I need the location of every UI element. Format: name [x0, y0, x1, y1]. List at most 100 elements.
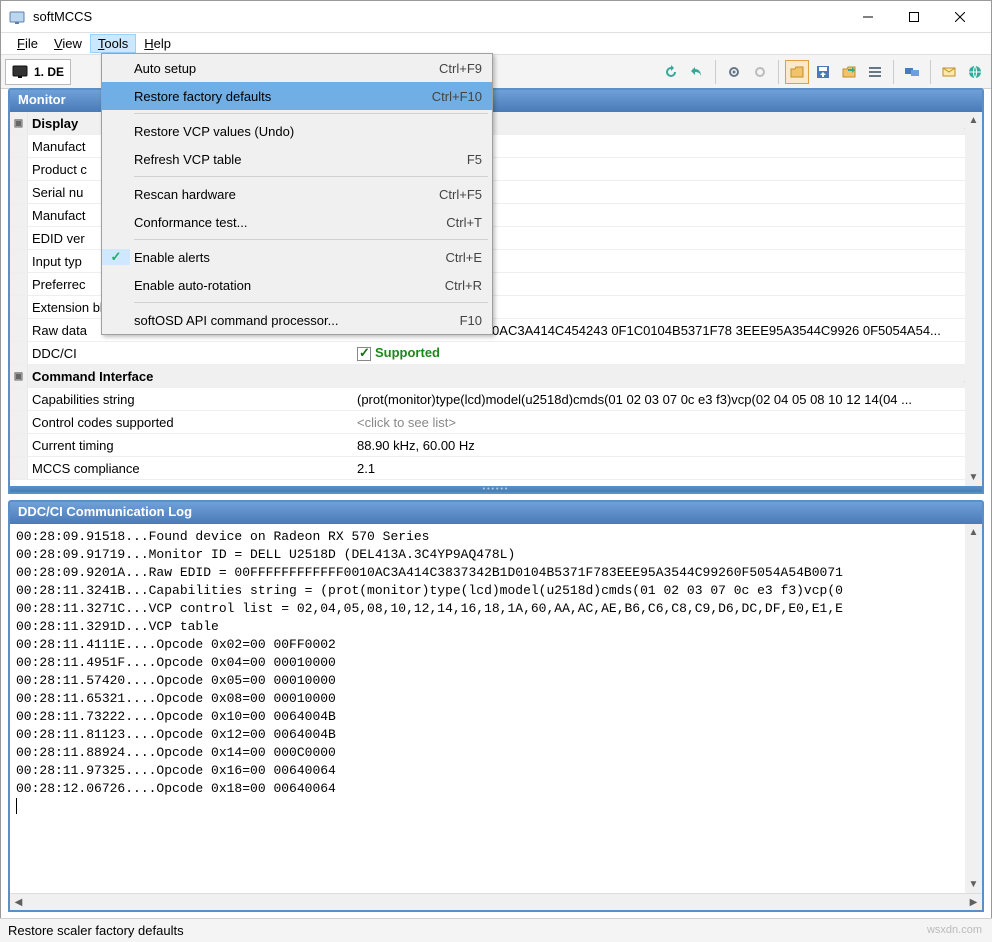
expand-collapse-icon	[10, 411, 28, 433]
log-line: 00:28:11.81123....Opcode 0x12=00 0064004…	[16, 726, 976, 744]
property-value[interactable]: (prot(monitor)type(lcd)model(u2518d)cmds…	[353, 392, 982, 407]
menu-separator	[134, 302, 488, 303]
log-line: 00:28:11.3271C...VCP control list = 02,0…	[16, 600, 976, 618]
log-line: 00:28:11.4951F....Opcode 0x04=00 0001000…	[16, 654, 976, 672]
toolbar-export-icon[interactable]	[837, 60, 861, 84]
menu-item-label: Auto setup	[130, 61, 439, 76]
expand-collapse-icon	[10, 273, 28, 295]
scroll-down-arrow-icon[interactable]: ▼	[965, 876, 982, 893]
menu-item-enable-auto-rotation[interactable]: Enable auto-rotationCtrl+R	[102, 271, 492, 299]
log-panel-title: DDC/CI Communication Log	[10, 502, 982, 524]
menu-item-label: Refresh VCP table	[130, 152, 467, 167]
menu-item-restore-factory-defaults[interactable]: Restore factory defaultsCtrl+F10	[102, 82, 492, 110]
menu-item-auto-setup[interactable]: Auto setupCtrl+F9	[102, 54, 492, 82]
app-icon	[9, 9, 25, 25]
property-row[interactable]: DDC/CISupported	[10, 342, 982, 365]
scroll-left-arrow-icon[interactable]: ◀	[10, 894, 27, 911]
expand-collapse-icon	[10, 319, 28, 341]
log-vertical-scrollbar[interactable]: ▲ ▼	[965, 524, 982, 893]
scroll-up-arrow-icon[interactable]: ▲	[965, 112, 982, 129]
menu-item-restore-vcp-values-undo[interactable]: Restore VCP values (Undo)	[102, 117, 492, 145]
toolbar-separator	[930, 60, 931, 84]
log-line: 00:28:11.57420....Opcode 0x05=00 0001000…	[16, 672, 976, 690]
scroll-right-arrow-icon[interactable]: ▶	[965, 894, 982, 911]
toolbar-refresh-icon[interactable]	[659, 60, 683, 84]
menu-file[interactable]: File	[9, 34, 46, 53]
menu-separator	[134, 113, 488, 114]
menu-item-shortcut: Ctrl+F9	[439, 61, 482, 76]
expand-collapse-icon	[10, 342, 28, 364]
menu-item-shortcut: Ctrl+E	[446, 250, 482, 265]
menu-tools[interactable]: Tools	[90, 34, 136, 53]
menu-item-shortcut: Ctrl+T	[446, 215, 482, 230]
log-line: 00:28:11.3291D...VCP table	[16, 618, 976, 636]
log-text-area[interactable]: 00:28:09.91518...Found device on Radeon …	[10, 524, 982, 893]
property-row[interactable]: Current timing88.90 kHz, 60.00 Hz	[10, 434, 982, 457]
property-row[interactable]: MCCS compliance2.1	[10, 457, 982, 480]
expand-collapse-icon	[10, 457, 28, 479]
scroll-up-arrow-icon[interactable]: ▲	[965, 524, 982, 541]
property-section-header[interactable]: ▣Command Interface📌	[10, 365, 982, 388]
menu-separator	[134, 239, 488, 240]
toolbar-mail-icon[interactable]	[937, 60, 961, 84]
text-cursor	[16, 798, 17, 814]
log-panel: DDC/CI Communication Log 00:28:09.91518.…	[8, 500, 984, 912]
expand-collapse-icon	[10, 296, 28, 318]
log-line: 00:28:09.91719...Monitor ID = DELL U2518…	[16, 546, 976, 564]
log-line: 00:28:09.91518...Found device on Radeon …	[16, 528, 976, 546]
property-label: MCCS compliance	[28, 461, 353, 476]
menu-help[interactable]: Help	[136, 34, 179, 53]
log-line: 00:28:09.9201A...Raw EDID = 00FFFFFFFFFF…	[16, 564, 976, 582]
toolbar-open-icon[interactable]	[785, 60, 809, 84]
toolbar-settings-icon[interactable]	[722, 60, 746, 84]
close-button[interactable]	[937, 1, 983, 33]
property-value[interactable]: <click to see list>	[353, 415, 982, 430]
menu-item-rescan-hardware[interactable]: Rescan hardwareCtrl+F5	[102, 180, 492, 208]
checkbox-checked-icon[interactable]	[357, 347, 371, 361]
expand-collapse-icon	[10, 204, 28, 226]
toolbar-list-icon[interactable]	[863, 60, 887, 84]
minimize-button[interactable]	[845, 1, 891, 33]
toolbar-undo-icon[interactable]	[685, 60, 709, 84]
toolbar-gear-disabled-icon	[748, 60, 772, 84]
property-value[interactable]: 2.1	[353, 461, 982, 476]
monitor-vertical-scrollbar[interactable]: ▲ ▼	[965, 112, 982, 486]
expand-collapse-icon	[10, 434, 28, 456]
menu-item-label: Conformance test...	[130, 215, 446, 230]
expand-collapse-icon	[10, 250, 28, 272]
log-horizontal-scrollbar[interactable]: ◀ ▶	[10, 893, 982, 910]
expand-collapse-icon	[10, 388, 28, 410]
window-controls	[845, 1, 983, 33]
menu-item-refresh-vcp-table[interactable]: Refresh VCP tableF5	[102, 145, 492, 173]
toolbar-save-icon[interactable]	[811, 60, 835, 84]
menu-item-conformance-test[interactable]: Conformance test...Ctrl+T	[102, 208, 492, 236]
property-label: DDC/CI	[28, 346, 353, 361]
toolbar-separator	[893, 60, 894, 84]
scroll-down-arrow-icon[interactable]: ▼	[965, 469, 982, 486]
property-label: Capabilities string	[28, 392, 353, 407]
monitor-selector-button[interactable]: 1. DE	[5, 59, 71, 85]
property-row[interactable]: Capabilities string(prot(monitor)type(lc…	[10, 388, 982, 411]
menu-item-shortcut: F5	[467, 152, 482, 167]
property-value[interactable]: 88.90 kHz, 60.00 Hz	[353, 438, 982, 453]
menu-item-enable-alerts[interactable]: ✓Enable alertsCtrl+E	[102, 243, 492, 271]
title-bar: softMCCS	[1, 1, 991, 33]
property-value[interactable]: Supported	[353, 345, 982, 361]
expand-collapse-icon[interactable]: ▣	[10, 112, 28, 134]
log-line: 00:28:11.97325....Opcode 0x16=00 0064006…	[16, 762, 976, 780]
menu-item-softosd-api-command-processor[interactable]: softOSD API command processor...F10	[102, 306, 492, 334]
expand-collapse-icon[interactable]: ▣	[10, 365, 28, 387]
toolbar-separator	[715, 60, 716, 84]
monitor-selector-label: 1. DE	[34, 65, 64, 79]
splitter-grip[interactable]: ••••••	[10, 486, 982, 492]
menu-item-shortcut: Ctrl+R	[445, 278, 482, 293]
property-row[interactable]: Control codes supported<click to see lis…	[10, 411, 982, 434]
log-line: 00:28:11.73222....Opcode 0x10=00 0064004…	[16, 708, 976, 726]
log-line: 00:28:11.65321....Opcode 0x08=00 0001000…	[16, 690, 976, 708]
menu-view[interactable]: View	[46, 34, 90, 53]
tools-dropdown-menu: Auto setupCtrl+F9Restore factory default…	[101, 53, 493, 335]
toolbar-globe-icon[interactable]	[963, 60, 987, 84]
menu-item-check-icon: ✓	[102, 249, 130, 265]
maximize-button[interactable]	[891, 1, 937, 33]
toolbar-monitors-icon[interactable]	[900, 60, 924, 84]
